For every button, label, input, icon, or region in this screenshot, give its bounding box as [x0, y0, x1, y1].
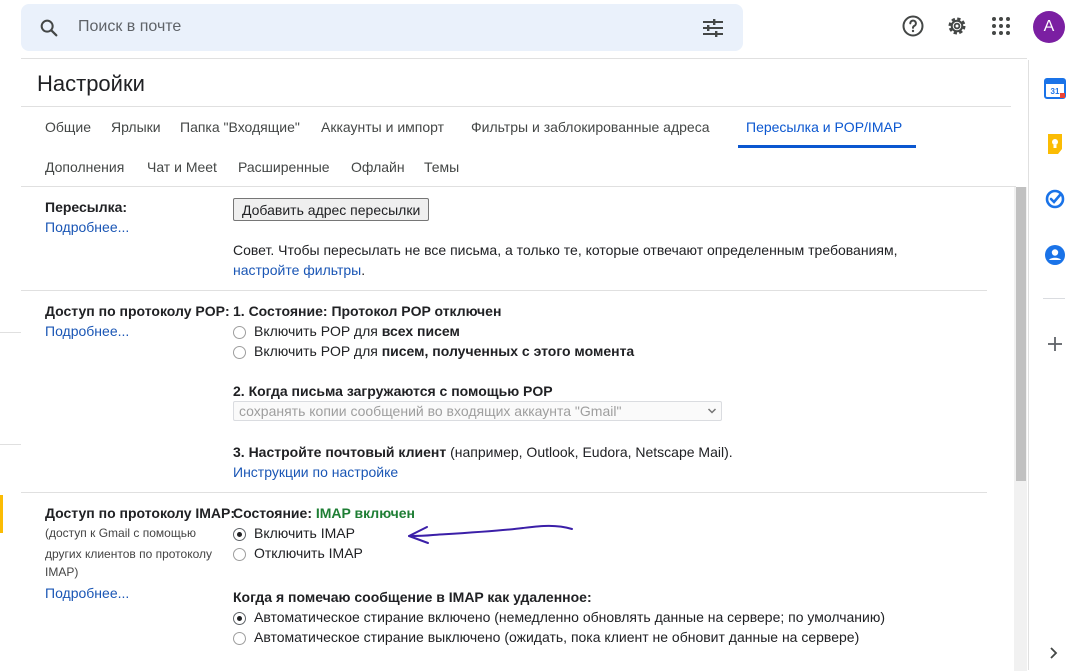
apps-icon[interactable]: [989, 14, 1013, 38]
add-forwarding-address-button[interactable]: Добавить адрес пересылки: [233, 198, 430, 221]
forwarding-label: Пересылка:: [45, 199, 128, 215]
pop-opt1-prefix: Включить POP для: [254, 323, 382, 339]
search-bar[interactable]: Поиск в почте: [21, 4, 743, 51]
tab-addons[interactable]: Дополнения: [45, 159, 124, 175]
title-divider: [21, 106, 1011, 107]
auto-expunge-on-label[interactable]: Автоматическое стирание включено (немедл…: [254, 607, 885, 627]
pop-from-now-radio[interactable]: [233, 346, 246, 359]
pop-label: Доступ по протоколу POP:: [45, 303, 230, 319]
imap-disable-radio[interactable]: [233, 548, 246, 561]
gear-icon[interactable]: [945, 14, 969, 38]
imap-disable-label[interactable]: Отключить IMAP: [254, 543, 363, 563]
pop-action-select-value: сохранять копии сообщений во входящих ак…: [239, 403, 622, 419]
tasks-icon[interactable]: [1044, 188, 1066, 210]
tune-icon[interactable]: [701, 16, 725, 40]
tab-filters[interactable]: Фильтры и заблокированные адреса: [471, 119, 710, 135]
tab-general[interactable]: Общие: [45, 119, 91, 135]
pop-instructions-link[interactable]: Инструкции по настройке: [233, 462, 398, 482]
search-icon[interactable]: [38, 17, 60, 39]
contacts-icon[interactable]: [1044, 244, 1066, 266]
tab-forwarding-pop-imap[interactable]: Пересылка и POP/IMAP: [746, 119, 902, 135]
left-divider: [0, 444, 21, 445]
pop-client-step: 3. Настройте почтовый клиент (например, …: [233, 442, 733, 462]
imap-delete-title: Когда я помечаю сообщение в IMAP как уда…: [233, 589, 592, 605]
tab-accounts[interactable]: Аккаунты и импорт: [321, 119, 444, 135]
left-divider: [0, 332, 21, 333]
tab-chat-meet[interactable]: Чат и Meet: [147, 159, 217, 175]
tab-inbox[interactable]: Папка "Входящие": [180, 119, 300, 135]
auto-expunge-on-radio[interactable]: [233, 612, 246, 625]
pop-action-select[interactable]: сохранять копии сообщений во входящих ак…: [233, 401, 722, 421]
imap-status-value: IMAP включен: [315, 505, 415, 521]
pop-when-title: 2. Когда письма загружаются с помощью PO…: [233, 383, 553, 399]
side-divider: [1043, 298, 1065, 299]
annotation-arrow-icon: [408, 524, 573, 544]
tabs-divider: [21, 186, 1016, 187]
chevron-right-icon[interactable]: [1046, 645, 1062, 661]
pop-client-bold: 3. Настройте почтовый клиент: [233, 444, 447, 460]
forwarding-learn-more-link[interactable]: Подробнее...: [45, 217, 129, 237]
tab-labels[interactable]: Ярлыки: [111, 119, 161, 135]
pop-opt2-bold: писем, полученных с этого момента: [381, 343, 635, 359]
imap-learn-more-link[interactable]: Подробнее...: [45, 583, 129, 603]
imap-status: Состояние: IMAP включен: [233, 503, 415, 523]
pop-learn-more-link[interactable]: Подробнее...: [45, 321, 129, 341]
plus-icon[interactable]: [1044, 333, 1066, 355]
auto-expunge-off-label[interactable]: Автоматическое стирание выключено (ожида…: [254, 627, 859, 647]
keep-icon[interactable]: [1044, 133, 1066, 155]
imap-status-prefix: Состояние:: [233, 505, 316, 521]
section-divider: [21, 290, 987, 291]
pop-from-now-label[interactable]: Включить POP для писем, полученных с это…: [254, 341, 634, 361]
auto-expunge-off-radio[interactable]: [233, 632, 246, 645]
calendar-icon[interactable]: 31: [1044, 77, 1066, 99]
imap-enable-radio[interactable]: [233, 528, 246, 541]
pop-client-rest: (например, Outlook, Eudora, Netscape Mai…: [446, 444, 733, 460]
pop-opt1-bold: всех писем: [381, 323, 460, 339]
imap-sub1: (доступ к Gmail с помощью: [45, 526, 196, 540]
tab-offline[interactable]: Офлайн: [351, 159, 405, 175]
create-filters-link[interactable]: настройте фильтры: [233, 262, 361, 278]
forwarding-tip-line2: настройте фильтры.: [233, 260, 365, 280]
pop-all-mail-radio[interactable]: [233, 326, 246, 339]
tab-themes[interactable]: Темы: [424, 159, 459, 175]
page-title: Настройки: [37, 71, 145, 96]
search-input[interactable]: Поиск в почте: [78, 18, 181, 36]
left-nav-edge: [0, 56, 21, 670]
left-active-marker: [0, 495, 3, 533]
side-panel: 31: [1028, 60, 1077, 670]
imap-sub3: IMAP): [45, 565, 79, 579]
settings-panel: Настройки Общие Ярлыки Папка "Входящие" …: [21, 58, 1027, 671]
forwarding-tip: Совет. Чтобы пересылать не все письма, а…: [233, 242, 898, 258]
scrollbar-thumb[interactable]: [1016, 187, 1026, 481]
section-divider: [21, 492, 987, 493]
avatar[interactable]: A: [1033, 11, 1065, 43]
active-tab-indicator: [738, 145, 916, 148]
chevron-down-icon: [707, 408, 717, 414]
tab-advanced[interactable]: Расширенные: [238, 159, 330, 175]
pop-status: 1. Состояние: Протокол POP отключен: [233, 303, 502, 319]
help-icon[interactable]: [901, 14, 925, 38]
imap-label: Доступ по протоколу IMAP:: [45, 505, 236, 521]
imap-enable-label[interactable]: Включить IMAP: [254, 523, 355, 543]
pop-all-mail-label[interactable]: Включить POP для всех писем: [254, 321, 460, 341]
forwarding-tip-end: .: [361, 262, 366, 278]
pop-opt2-prefix: Включить POP для: [254, 343, 382, 359]
svg-text:31: 31: [1051, 87, 1060, 96]
